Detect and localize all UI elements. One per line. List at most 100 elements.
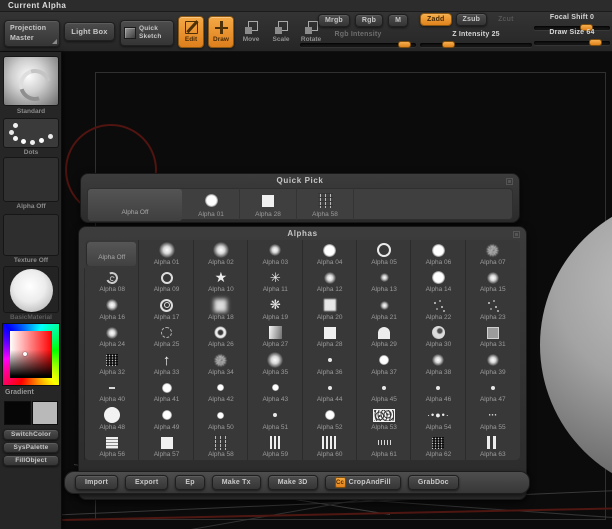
alpha-item[interactable]: Alpha 60 <box>303 433 357 461</box>
alpha-item[interactable]: Alpha 16 <box>85 295 139 323</box>
gradient-toggle[interactable]: Gradient <box>0 389 62 396</box>
alpha-item[interactable]: Alpha Off <box>87 242 137 266</box>
alpha-item[interactable]: Alpha 15 <box>466 268 520 296</box>
panel-corner-icon[interactable] <box>513 231 520 238</box>
alpha-item[interactable]: Alpha 19 <box>248 295 302 323</box>
alpha-item[interactable]: Alpha 13 <box>357 268 411 296</box>
alpha-item[interactable]: Alpha 34 <box>194 350 248 378</box>
saturation-value-square[interactable] <box>10 331 52 378</box>
alpha-item[interactable]: Alpha 54 <box>411 405 465 433</box>
alpha-item[interactable]: Alpha 09 <box>139 268 193 296</box>
alpha-item[interactable]: Alpha 56 <box>85 433 139 461</box>
alpha-item[interactable]: Alpha 29 <box>357 323 411 351</box>
alpha-item[interactable]: Alpha 42 <box>194 378 248 406</box>
alpha-item[interactable]: Alpha 25 <box>139 323 193 351</box>
rgb-intensity-handle[interactable] <box>398 41 411 48</box>
z-intensity-slider[interactable]: Z Intensity 25 <box>420 31 532 48</box>
color-mode-button[interactable]: M <box>388 14 409 27</box>
alpha-item[interactable]: Alpha 62 <box>411 433 465 461</box>
color-mode-button[interactable]: Rgb <box>354 14 384 27</box>
alpha-item[interactable]: Alpha 33 <box>139 350 193 378</box>
stroke-thumbnail[interactable] <box>3 118 59 148</box>
alpha-item[interactable]: Alpha 10 <box>194 268 248 296</box>
alphas-title[interactable]: Alphas <box>79 229 526 238</box>
alpha-item[interactable]: Alpha 03 <box>248 240 302 268</box>
alpha-item[interactable]: Alpha 36 <box>303 350 357 378</box>
alpha-item[interactable]: Alpha 14 <box>411 268 465 296</box>
action-button[interactable]: Make 3D <box>267 475 318 490</box>
quick-pick-title[interactable]: Quick Pick <box>81 176 519 185</box>
alpha-item[interactable]: Alpha 59 <box>248 433 302 461</box>
alpha-item[interactable]: Alpha 47 <box>466 378 520 406</box>
alpha-item[interactable]: Alpha 21 <box>357 295 411 323</box>
focal-shift-slider[interactable]: Focal Shift 0 <box>534 14 610 31</box>
main-color-swatch[interactable] <box>4 401 31 425</box>
alpha-item[interactable]: Alpha 32 <box>85 350 139 378</box>
alpha-item[interactable]: Alpha 45 <box>357 378 411 406</box>
alpha-item[interactable]: Alpha 31 <box>466 323 520 351</box>
alpha-item[interactable]: Alpha 43 <box>248 378 302 406</box>
alpha-item[interactable]: Alpha 07 <box>466 240 520 268</box>
alpha-item[interactable]: Alpha 57 <box>139 433 193 461</box>
alpha-item[interactable]: Alpha 55 <box>466 405 520 433</box>
action-button[interactable]: Ep <box>175 475 205 490</box>
alpha-item[interactable]: Alpha 30 <box>411 323 465 351</box>
sculpt-mode-button[interactable]: Zsub <box>455 13 488 26</box>
mode-button[interactable]: Scale <box>268 16 294 48</box>
alpha-item[interactable]: Alpha 49 <box>139 405 193 433</box>
rgb-intensity-slider[interactable]: Rgb Intensity <box>300 31 416 48</box>
tray-button[interactable]: FillObject <box>3 455 59 466</box>
action-button[interactable]: CropAndFill <box>324 475 401 490</box>
alpha-item[interactable]: Alpha 23 <box>466 295 520 323</box>
alpha-item[interactable]: Alpha 17 <box>139 295 193 323</box>
action-button[interactable]: Make Tx <box>211 475 261 490</box>
sculpt-mode-button[interactable]: Zadd <box>420 13 452 26</box>
alpha-item[interactable]: Alpha 38 <box>411 350 465 378</box>
alpha-item[interactable]: Alpha 02 <box>194 240 248 268</box>
alpha-item[interactable]: Alpha 39 <box>466 350 520 378</box>
alpha-item[interactable]: Alpha 40 <box>85 378 139 406</box>
alpha-item[interactable]: Alpha 20 <box>303 295 357 323</box>
draw-size-track[interactable] <box>534 39 610 46</box>
quick-pick-item[interactable]: Alpha Off <box>88 189 182 221</box>
tray-button[interactable]: SysPalette <box>3 442 59 453</box>
material-thumbnail[interactable] <box>3 266 59 313</box>
draw-size-handle[interactable] <box>589 39 602 46</box>
alpha-item[interactable]: Alpha 05 <box>357 240 411 268</box>
color-picker[interactable] <box>2 323 60 386</box>
alpha-item[interactable]: Alpha 12 <box>303 268 357 296</box>
quick-pick-item[interactable]: Alpha 58 <box>297 188 354 220</box>
quick-pick-item[interactable]: Alpha 01 <box>183 188 240 220</box>
alpha-item[interactable]: Alpha 08 <box>85 268 139 296</box>
alpha-item[interactable]: Alpha 01 <box>139 240 193 268</box>
draw-size-slider[interactable]: Draw Size 64 <box>534 29 610 46</box>
alpha-item[interactable]: Alpha 35 <box>248 350 302 378</box>
alpha-item[interactable]: Alpha 52 <box>303 405 357 433</box>
alpha-slot-thumbnail[interactable] <box>3 157 59 202</box>
sculpt-mode-button[interactable]: Zcut <box>491 13 521 26</box>
mode-button[interactable]: Draw <box>208 16 234 48</box>
light-box-button[interactable]: Light Box <box>64 22 115 41</box>
alpha-item[interactable]: Alpha 48 <box>85 405 139 433</box>
alpha-item[interactable]: Alpha 27 <box>248 323 302 351</box>
alpha-item[interactable]: Alpha 51 <box>248 405 302 433</box>
alpha-item[interactable]: Alpha 41 <box>139 378 193 406</box>
alpha-item[interactable]: Alpha 04 <box>303 240 357 268</box>
z-intensity-handle[interactable] <box>442 41 455 48</box>
alpha-item[interactable]: Alpha 22 <box>411 295 465 323</box>
texture-slot-thumbnail[interactable] <box>3 214 59 256</box>
action-button[interactable]: Export <box>124 475 169 490</box>
alpha-item[interactable]: Alpha 44 <box>303 378 357 406</box>
quick-pick-item[interactable]: Alpha 28 <box>240 188 297 220</box>
z-intensity-track[interactable] <box>420 41 532 48</box>
alpha-item[interactable]: Alpha 26 <box>194 323 248 351</box>
mode-button[interactable]: Move <box>238 16 264 48</box>
alpha-item[interactable]: Alpha 58 <box>194 433 248 461</box>
panel-corner-icon[interactable] <box>506 178 513 185</box>
alpha-item[interactable]: Alpha 53 <box>357 405 411 433</box>
projection-master-button[interactable]: Projection Master <box>4 20 60 47</box>
alpha-item[interactable]: Alpha 63 <box>466 433 520 461</box>
alpha-item[interactable]: Alpha 28 <box>303 323 357 351</box>
alpha-item[interactable]: Alpha 06 <box>411 240 465 268</box>
rgb-intensity-track[interactable] <box>300 41 416 48</box>
